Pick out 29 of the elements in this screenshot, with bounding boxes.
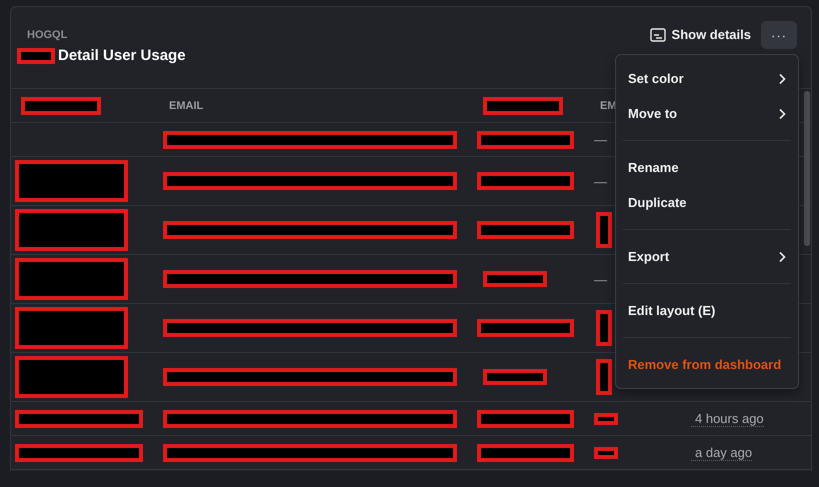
redaction-box — [483, 271, 547, 287]
column-header: EMAIL — [168, 100, 204, 112]
details-icon — [650, 28, 666, 42]
redaction-box — [596, 310, 612, 346]
redaction-box — [594, 412, 618, 424]
menu-item[interactable]: Set color — [616, 61, 798, 96]
insight-type-label: HOGQL — [27, 29, 68, 41]
table-cell: — — [594, 132, 607, 147]
table-cell: — — [594, 174, 607, 188]
table-cell: — — [594, 272, 607, 286]
menu-item[interactable]: Export — [616, 239, 798, 274]
chevron-right-icon — [778, 250, 786, 262]
menu-item[interactable]: Move to — [616, 96, 798, 131]
timestamp: a day ago — [691, 444, 752, 460]
more-button[interactable]: ··· — [761, 21, 797, 49]
redaction-box — [596, 359, 612, 395]
timestamp: 4 hours ago — [691, 410, 764, 426]
redaction-box — [483, 369, 547, 385]
scrollbar[interactable] — [804, 91, 810, 246]
menu-item[interactable]: Rename — [616, 150, 798, 185]
chevron-right-icon — [778, 108, 786, 120]
insight-title: Detail User Usage — [58, 47, 186, 64]
redaction-box — [596, 212, 612, 248]
menu-item[interactable]: Duplicate — [616, 185, 798, 220]
menu-item[interactable]: Remove from dashboard — [616, 347, 798, 382]
redaction-box — [594, 446, 618, 458]
menu-item[interactable]: Edit layout (E) — [616, 293, 798, 328]
show-details-button[interactable]: Show details — [650, 21, 751, 48]
chevron-right-icon — [778, 72, 786, 84]
